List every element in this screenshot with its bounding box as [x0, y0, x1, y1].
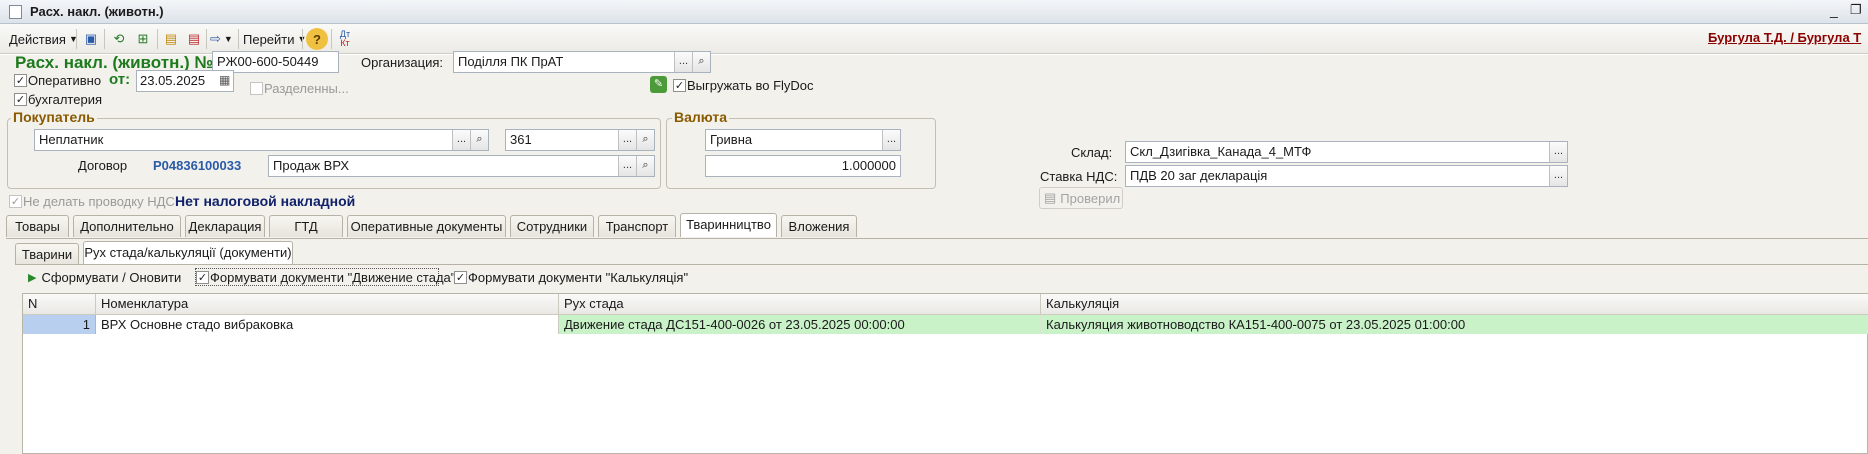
- tab-transport[interactable]: Транспорт: [598, 215, 676, 237]
- movement-checkbox-label: Формувати документи "Движение стада": [210, 270, 456, 285]
- tab-employees[interactable]: Сотрудники: [510, 215, 594, 237]
- date-label: от:: [109, 71, 131, 88]
- toolbar-separator: [331, 29, 332, 49]
- post-document-icon[interactable]: ⊞: [132, 28, 154, 50]
- save-icon[interactable]: ▣: [80, 28, 102, 50]
- nomenclature-cell[interactable]: ВРХ Основне стадо вибраковка: [96, 315, 559, 334]
- no-tax-invoice-label: Нет налоговой накладной: [175, 193, 356, 209]
- buyer-code-field[interactable]: 361 ... ⌕: [505, 129, 655, 151]
- tab-additional[interactable]: Дополнительно: [73, 215, 181, 237]
- checked-button[interactable]: ▤ Проверил: [1039, 187, 1123, 209]
- tab-attachments[interactable]: Вложения: [781, 215, 857, 237]
- flydoc-checkbox[interactable]: ✓: [673, 79, 686, 92]
- contract-field[interactable]: Продаж ВРХ ... ⌕: [268, 155, 655, 177]
- sub-tabs: Тварини Рух стада/калькуляції (документи…: [15, 241, 415, 265]
- main-tabs: Товары Дополнительно Декларация ГТД Опер…: [6, 213, 1868, 239]
- document-icon: [9, 5, 22, 19]
- play-icon: ▶: [28, 271, 37, 284]
- window-titlebar: Расх. накл. (животн.) _ ❐: [0, 0, 1868, 24]
- document-post-icon[interactable]: ▤: [160, 28, 182, 50]
- documents-table: N Номенклатура Рух стада Калькуляція 1 В…: [22, 293, 1868, 454]
- no-vat-posting-label: Не делать проводку НДС: [23, 194, 175, 209]
- tab-declaration[interactable]: Декларация: [185, 215, 265, 237]
- edit-pencil-icon[interactable]: ✎: [650, 76, 667, 93]
- calculation-checkbox-label: Формувати документи "Калькуляція": [468, 270, 689, 285]
- currency-field[interactable]: Гривна ...: [705, 129, 901, 151]
- search-icon[interactable]: ⌕: [636, 156, 654, 176]
- toolbar: Действия▼ ▣ ⟲ ⊞ ▤ ▤ ⇨▼ Перейти▼ ? ДтКт Б…: [0, 24, 1868, 54]
- contract-label: Договор: [78, 158, 128, 173]
- toolbar-separator: [238, 29, 239, 49]
- currency-group-title: Валюта: [672, 109, 730, 125]
- org-label: Организация:: [361, 55, 444, 70]
- column-header-calculation[interactable]: Калькуляція: [1041, 294, 1868, 315]
- toolbar-separator: [157, 29, 158, 49]
- subtab-herd-movement-docs[interactable]: Рух стада/калькуляції (документи): [83, 241, 293, 265]
- goto-menu[interactable]: Перейти▼: [243, 28, 306, 50]
- search-icon[interactable]: ⌕: [692, 52, 710, 72]
- column-header-nomenclature[interactable]: Номенклатура: [96, 294, 559, 315]
- window-title: Расх. накл. (животн.): [30, 4, 164, 19]
- flydoc-label: Выгружать во FlyDoc: [687, 78, 814, 93]
- toolbar-separator: [302, 29, 303, 49]
- warehouse-field[interactable]: Скл_Дзигівка_Канада_4_МТФ ...: [1125, 141, 1568, 163]
- accounting-label: бухгалтерия: [28, 92, 103, 107]
- minimize-icon[interactable]: _: [1830, 2, 1844, 20]
- checklist-icon: ▤: [1044, 190, 1057, 205]
- warehouse-label: Склад:: [1071, 145, 1113, 160]
- table-row[interactable]: 1 ВРХ Основне стадо вибраковка Движение …: [23, 315, 1868, 334]
- select-button-icon[interactable]: ...: [618, 156, 636, 176]
- calendar-icon[interactable]: ▦: [219, 73, 230, 87]
- tab-goods[interactable]: Товары: [6, 215, 69, 237]
- search-icon[interactable]: ⌕: [470, 130, 488, 150]
- operative-checkbox[interactable]: ✓: [14, 74, 27, 87]
- debit-credit-icon[interactable]: Дт Кт: [334, 28, 356, 50]
- based-on-menu[interactable]: ⇨ ▼: [210, 28, 233, 50]
- toolbar-separator: [76, 29, 77, 49]
- select-button-icon[interactable]: ...: [1549, 142, 1567, 162]
- select-button-icon[interactable]: ...: [1549, 166, 1567, 186]
- movement-checkbox[interactable]: ✓: [196, 271, 209, 284]
- split-checkbox[interactable]: [250, 82, 263, 95]
- form-refresh-button[interactable]: ▶ Сформувати / Оновити: [24, 265, 188, 289]
- vat-rate-field[interactable]: ПДВ 20 заг декларація ...: [1125, 165, 1568, 187]
- split-label: Разделенны...: [264, 81, 349, 96]
- date-field[interactable]: 23.05.2025 ▦: [136, 70, 234, 92]
- document-form: Расх. накл. (животн.) № РЖ00-600-50449 О…: [0, 51, 1868, 454]
- row-number-cell[interactable]: 1: [23, 315, 96, 334]
- select-button-icon[interactable]: ...: [674, 52, 692, 72]
- tab-gtd[interactable]: ГТД: [269, 215, 343, 237]
- calculation-checkbox[interactable]: ✓: [454, 271, 467, 284]
- buyer-group-title: Покупатель: [11, 109, 97, 125]
- subtab-animals[interactable]: Тварини: [15, 243, 79, 265]
- create-based-icon: ⇨: [210, 31, 221, 46]
- tab-livestock[interactable]: Тваринництво: [680, 213, 777, 237]
- document-unpost-icon[interactable]: ▤: [183, 28, 205, 50]
- vat-rate-label: Ставка НДС:: [1040, 169, 1118, 184]
- restore-icon[interactable]: ❐: [1850, 2, 1864, 20]
- select-button-icon[interactable]: ...: [882, 130, 900, 150]
- help-icon[interactable]: ?: [306, 28, 328, 50]
- column-header-herd-movement[interactable]: Рух стада: [559, 294, 1041, 315]
- dropdown-arrow-icon: ▼: [223, 34, 233, 44]
- toolbar-separator: [104, 29, 105, 49]
- refresh-icon[interactable]: ⟲: [108, 28, 130, 50]
- buyer-field[interactable]: Неплатник ... ⌕: [34, 129, 489, 151]
- accounting-checkbox[interactable]: ✓: [14, 93, 27, 106]
- operative-label: Оперативно: [28, 73, 102, 88]
- org-field[interactable]: Поділля ПК ПрАТ ... ⌕: [453, 51, 711, 73]
- tab-operative-docs[interactable]: Оперативные документы: [347, 215, 506, 237]
- no-vat-posting-checkbox[interactable]: ✓: [9, 195, 22, 208]
- actions-menu[interactable]: Действия ▼: [9, 28, 78, 50]
- select-button-icon[interactable]: ...: [618, 130, 636, 150]
- herd-movement-cell[interactable]: Движение стада ДС151-400-0026 от 23.05.2…: [559, 315, 1041, 334]
- calculation-cell[interactable]: Калькуляция животноводство КА151-400-007…: [1041, 315, 1868, 334]
- user-link[interactable]: Бургула Т.Д. / Бургула Т: [1708, 30, 1868, 45]
- contract-number: P04836100033: [153, 158, 242, 173]
- toolbar-separator: [206, 29, 207, 49]
- currency-rate-field[interactable]: 1.000000: [705, 155, 901, 177]
- column-header-n[interactable]: N: [23, 294, 96, 315]
- select-button-icon[interactable]: ...: [452, 130, 470, 150]
- search-icon[interactable]: ⌕: [636, 130, 654, 150]
